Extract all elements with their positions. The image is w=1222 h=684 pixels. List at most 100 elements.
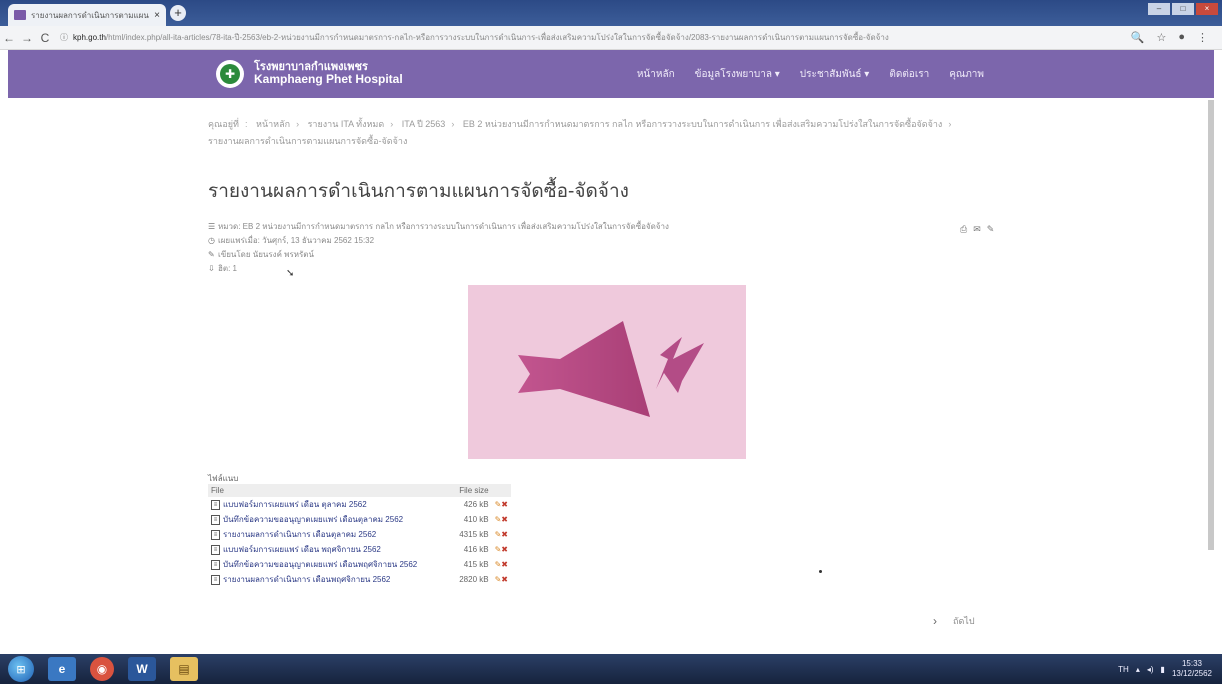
breadcrumb-current: รายงานผลการดำเนินการตามแผนการจัดซื้อ-จัด… (208, 136, 408, 146)
bookmark-star-icon[interactable]: ☆ (1156, 31, 1166, 44)
forward-icon[interactable]: → (18, 31, 36, 45)
zoom-icon[interactable]: 🔍 (1131, 31, 1145, 44)
email-icon[interactable]: ✉ (973, 224, 981, 235)
new-tab-button[interactable]: + (170, 5, 186, 21)
site-brand[interactable]: โรงพยาบาลกำแพงเพชร Kamphaeng Phet Hospit… (254, 61, 403, 87)
delete-icon[interactable]: ✖ (501, 575, 508, 584)
reload-icon[interactable]: C (36, 31, 54, 45)
attachment-row: ≡ แบบฟอร์มการเผยแพร่ เดือน ตุลาคม 2562 42… (208, 497, 511, 512)
pencil-icon: ✎ (208, 250, 215, 259)
menu-item-contact[interactable]: ติดต่อเรา (889, 67, 929, 82)
print-icon[interactable]: ⎙ (960, 224, 967, 235)
tab-close-icon[interactable]: × (154, 10, 160, 21)
breadcrumb-separator: › (948, 119, 952, 129)
attachments-table: File File size ≡ แบบฟอร์มการเผยแพร่ เดือน… (208, 484, 511, 587)
chrome-icon[interactable]: ◉ (90, 657, 114, 681)
breadcrumb-ita-all[interactable]: รายงาน ITA ทั้งหมด (308, 119, 385, 129)
edit-icon[interactable]: ✎ (987, 224, 995, 235)
menu-item-news[interactable]: ประชาสัมพันธ์ ▾ (800, 67, 870, 82)
file-icon: ≡ (211, 544, 220, 555)
minimize-button[interactable]: – (1148, 3, 1170, 15)
back-icon[interactable]: ← (0, 31, 18, 45)
system-clock[interactable]: 15:33 13/12/2562 (1172, 659, 1212, 679)
file-icon: ≡ (211, 499, 220, 510)
menu-item-home[interactable]: หน้าหลัก (637, 67, 675, 82)
attachment-link[interactable]: รายงานผลการดำเนินการ เดือนพฤศจิกายน 2562 (223, 575, 390, 584)
file-icon: ≡ (211, 514, 220, 525)
menu-item-about[interactable]: ข้อมูลโรงพยาบาล ▾ (695, 67, 780, 82)
article-category[interactable]: หมวด: EB 2 หน่วยงานมีการกำหนดมาตรการ กลไ… (218, 222, 669, 231)
attachment-link[interactable]: แบบฟอร์มการเผยแพร่ เดือน ตุลาคม 2562 (223, 500, 367, 509)
close-window-button[interactable]: × (1196, 3, 1218, 15)
breadcrumb-ita-2563[interactable]: ITA ปี 2563 (402, 119, 446, 129)
info-icon[interactable]: ⓘ (60, 32, 68, 43)
maximize-button[interactable]: □ (1172, 3, 1194, 15)
breadcrumb-separator: : (244, 119, 248, 129)
next-article-link[interactable]: › ถัดไป (933, 614, 975, 628)
chevron-right-icon: › (933, 614, 937, 628)
page-scrollbar[interactable] (1208, 100, 1214, 550)
ministry-emblem-icon: ✚ (220, 64, 240, 84)
attachment-size: 415 kB (463, 560, 489, 569)
network-icon[interactable]: ▮ (1161, 665, 1165, 674)
language-indicator[interactable]: TH (1118, 665, 1129, 674)
word-icon[interactable]: W (128, 657, 156, 681)
next-label: ถัดไป (953, 616, 975, 626)
url-domain: kph.go.th (73, 33, 106, 42)
category-icon: ☰ (208, 222, 216, 231)
breadcrumb: คุณอยู่ที่: หน้าหลัก › รายงาน ITA ทั้งหมด… (208, 116, 988, 150)
attachment-link[interactable]: บันทึกข้อความขออนุญาตเผยแพร่ เดือนตุลาคม… (223, 515, 403, 524)
page-title: รายงานผลการดำเนินการตามแผนการจัดซื้อ-จัด… (208, 181, 629, 202)
broken-megaphone-icon (518, 321, 704, 417)
delete-icon[interactable]: ✖ (501, 500, 508, 509)
delete-icon[interactable]: ✖ (501, 515, 508, 524)
attachment-size: 416 kB (463, 545, 489, 554)
attachment-link[interactable]: แบบฟอร์มการเผยแพร่ เดือน พฤศจิกายน 2562 (223, 545, 381, 554)
column-header-actions (491, 484, 511, 497)
delete-icon[interactable]: ✖ (501, 545, 508, 554)
internet-explorer-icon[interactable]: e (48, 657, 76, 681)
file-icon: ≡ (211, 574, 220, 585)
tray-arrow-icon[interactable]: ▴ (1136, 665, 1140, 674)
tab-title: รายงานผลการดำเนินการตามแผนการ (31, 10, 149, 20)
browser-tab-strip: รายงานผลการดำเนินการตามแผนการ × + – □ × (0, 0, 1222, 26)
site-header: ✚ โรงพยาบาลกำแพงเพชร Kamphaeng Phet Hosp… (8, 50, 1214, 98)
attachment-row: ≡ บันทึกข้อความขออนุญาตเผยแพร่ เดือนพฤศจิ… (208, 557, 511, 572)
attachment-row: ≡ แบบฟอร์มการเผยแพร่ เดือน พฤศจิกายน 2562… (208, 542, 511, 557)
clock-date: 13/12/2562 (1171, 669, 1212, 678)
browser-tab[interactable]: รายงานผลการดำเนินการตามแผนการ × (8, 4, 166, 26)
article-author: เขียนโดย นัยนรงค์ พรหรัตน์ (218, 250, 314, 259)
window-controls: – □ × (1148, 3, 1218, 15)
mouse-cursor-icon: ➘ (286, 268, 295, 279)
delete-icon[interactable]: ✖ (501, 530, 508, 539)
file-explorer-icon[interactable]: ▤ (170, 657, 198, 681)
breadcrumb-separator: › (451, 119, 455, 129)
column-header-file: File (208, 484, 452, 497)
attachment-row: ≡ บันทึกข้อความขออนุญาตเผยแพร่ เดือนตุลาค… (208, 512, 511, 527)
attachment-size: 2820 kB (459, 575, 489, 584)
attachments-header-row: File File size (208, 484, 511, 497)
article-image (468, 285, 746, 459)
delete-icon[interactable]: ✖ (501, 560, 508, 569)
address-bar-row: ← → C ⓘ kph.go.th/html/index.php/all-ita… (0, 26, 1222, 50)
hospital-logo[interactable]: ✚ (216, 60, 244, 88)
profile-icon[interactable]: ● (1178, 31, 1185, 44)
clock-time: 15:33 (1181, 659, 1202, 668)
breadcrumb-separator: › (296, 119, 300, 129)
start-button[interactable]: ⊞ (8, 656, 34, 682)
breadcrumb-home[interactable]: หน้าหลัก (256, 119, 290, 129)
breadcrumb-eb2[interactable]: EB 2 หน่วยงานมีการกำหนดมาตรการ กลไก หรือ… (463, 119, 943, 129)
attachment-link[interactable]: บันทึกข้อความขออนุญาตเผยแพร่ เดือนพฤศจิก… (223, 560, 417, 569)
file-icon: ≡ (211, 559, 220, 570)
url-input[interactable]: ⓘ kph.go.th/html/index.php/all-ita-artic… (60, 29, 1131, 47)
attachment-row: ≡ รายงานผลการดำเนินการ เดือนพฤศจิกายน 256… (208, 572, 511, 587)
browser-menu-icon[interactable]: ⋮ (1197, 31, 1208, 44)
attachment-size: 4315 kB (459, 530, 489, 539)
article-hits: ฮิต: 1 (218, 264, 237, 273)
attachment-link[interactable]: รายงานผลการดำเนินการ เดือนตุลาคม 2562 (223, 530, 376, 539)
menu-item-quality[interactable]: คุณภาพ (949, 67, 984, 82)
attachment-size: 426 kB (463, 500, 489, 509)
volume-icon[interactable]: ◂) (1147, 665, 1154, 674)
article-published: เผยแพร่เมื่อ: วันศุกร์, 13 ธันวาคม 2562 … (218, 236, 375, 245)
favicon-icon (14, 10, 26, 20)
